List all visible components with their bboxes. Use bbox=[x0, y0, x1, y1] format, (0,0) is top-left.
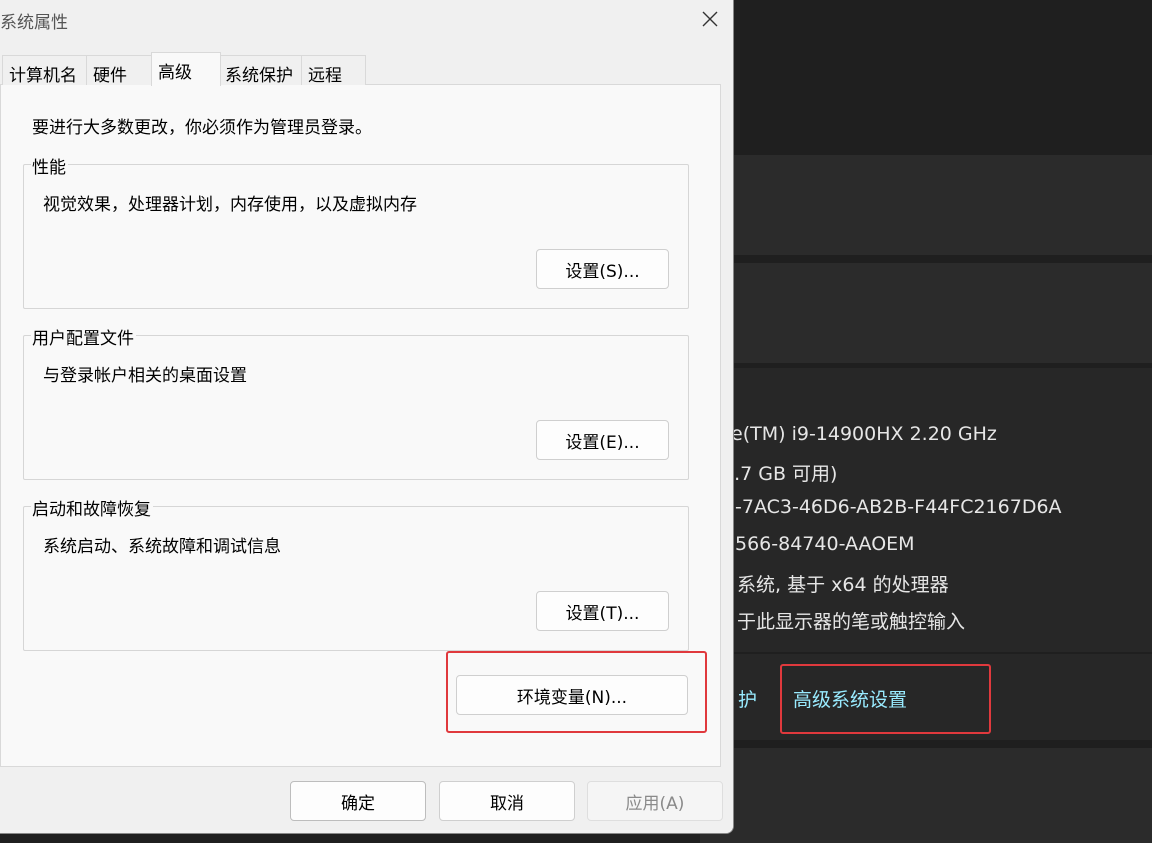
performance-description: 视觉效果，处理器计划，内存使用，以及虚拟内存 bbox=[43, 195, 417, 215]
performance-legend: 性能 bbox=[31, 153, 68, 178]
highlight-environment-variables bbox=[446, 651, 707, 733]
user-profiles-legend: 用户配置文件 bbox=[31, 324, 136, 349]
cancel-button[interactable]: 取消 bbox=[439, 781, 575, 821]
system-protection-link[interactable]: 护 bbox=[738, 685, 757, 712]
system-properties-dialog: 系统属性 计算机名 硬件 高级 系统保护 远程 要进行大多数更改，你必须作为管理… bbox=[0, 0, 734, 834]
tab-computer-name[interactable]: 计算机名 bbox=[2, 55, 87, 86]
startup-recovery-description: 系统启动、系统故障和调试信息 bbox=[43, 537, 281, 557]
spec-pen-touch: 于此显示器的笔或触控输入 bbox=[737, 611, 966, 633]
close-button[interactable] bbox=[690, 4, 730, 34]
ok-button[interactable]: 确定 bbox=[290, 781, 426, 821]
tab-advanced[interactable]: 高级 bbox=[151, 52, 221, 86]
close-icon bbox=[702, 11, 718, 27]
performance-settings-button[interactable]: 设置(S)... bbox=[536, 249, 669, 289]
spec-ram: 5.7 GB 可用) bbox=[722, 463, 838, 485]
apply-button[interactable]: 应用(A) bbox=[587, 781, 723, 821]
spec-processor: ore(TM) i9-14900HX 2.20 GHz bbox=[712, 423, 997, 445]
tab-hardware[interactable]: 硬件 bbox=[86, 55, 152, 86]
spec-product-id: 566-84740-AAOEM bbox=[735, 533, 915, 555]
user-profiles-description: 与登录帐户相关的桌面设置 bbox=[43, 366, 247, 386]
tab-system-protection[interactable]: 系统保护 bbox=[218, 55, 302, 86]
admin-note: 要进行大多数更改，你必须作为管理员登录。 bbox=[32, 118, 372, 138]
startup-recovery-settings-button[interactable]: 设置(T)... bbox=[536, 591, 669, 631]
user-profiles-settings-button[interactable]: 设置(E)... bbox=[536, 420, 669, 460]
titlebar: 系统属性 bbox=[0, 0, 733, 40]
background-card bbox=[700, 748, 1152, 843]
startup-recovery-legend: 启动和故障恢复 bbox=[31, 495, 153, 520]
background-card bbox=[700, 155, 1152, 255]
spec-system-type: 系统, 基于 x64 的处理器 bbox=[737, 574, 949, 596]
dialog-title: 系统属性 bbox=[0, 13, 68, 33]
highlight-advanced-link bbox=[780, 664, 991, 734]
spec-device-id: -7AC3-46D6-AB2B-F44FC2167D6A bbox=[735, 496, 1062, 518]
tab-remote[interactable]: 远程 bbox=[301, 55, 366, 86]
background-card bbox=[700, 263, 1152, 363]
